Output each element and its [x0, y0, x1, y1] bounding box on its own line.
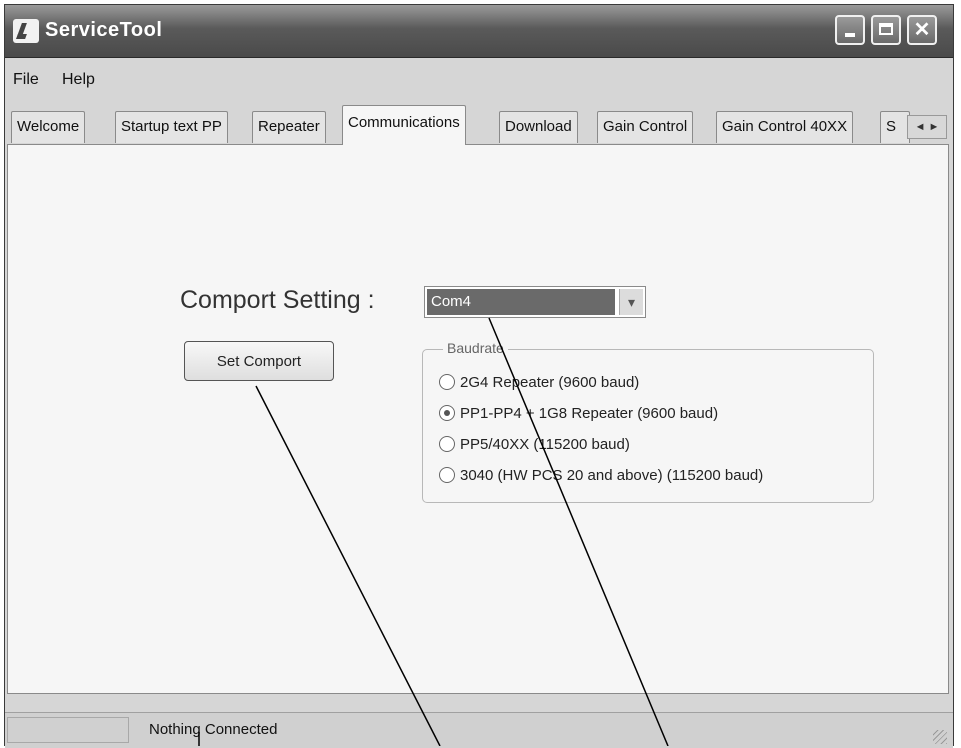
maximize-button[interactable]: [871, 15, 901, 45]
window-title: ServiceTool: [45, 19, 163, 41]
resize-grip-icon[interactable]: [933, 730, 947, 744]
status-text: Nothing Connected: [149, 721, 278, 738]
baudrate-legend: Baudrate: [443, 340, 508, 356]
radio-button[interactable]: [439, 374, 455, 390]
comport-selected-value: Com4: [427, 289, 615, 315]
baudrate-option-2g4[interactable]: 2G4 Repeater (9600 baud): [439, 370, 639, 394]
tab-startup-text-pp[interactable]: Startup text PP: [115, 111, 228, 143]
tab-partial[interactable]: S: [880, 111, 910, 143]
radio-label: PP1-PP4 + 1G8 Repeater (9600 baud): [460, 404, 719, 422]
tab-strip: Welcome Startup text PP Repeater Communi…: [5, 105, 953, 145]
tab-gain-control[interactable]: Gain Control: [597, 111, 694, 143]
chevron-down-icon[interactable]: ▾: [619, 289, 643, 315]
service-tool-window: ServiceTool File Help Welcome Startup te…: [4, 4, 954, 748]
radio-label: 2G4 Repeater (9600 baud): [460, 373, 640, 391]
comport-setting-label: Comport Setting :: [180, 286, 375, 314]
communications-panel: Comport Setting : Com4 ▾ Set Comport Bau…: [7, 144, 949, 694]
radio-label: PP5/40XX (115200 baud): [460, 435, 630, 453]
menu-bar: File Help: [5, 59, 953, 101]
app-logo-icon: [13, 19, 39, 43]
tab-welcome[interactable]: Welcome: [11, 111, 86, 143]
radio-label: 3040 (HW PCS 20 and above) (115200 baud): [460, 466, 764, 484]
radio-button-selected[interactable]: [439, 405, 455, 421]
baudrate-option-pp5[interactable]: PP5/40XX (115200 baud): [439, 432, 630, 456]
radio-button[interactable]: [439, 436, 455, 452]
baudrate-option-pp1-pp4[interactable]: PP1-PP4 + 1G8 Repeater (9600 baud): [439, 401, 718, 425]
tab-download[interactable]: Download: [499, 111, 578, 143]
comport-select[interactable]: Com4 ▾: [424, 286, 646, 318]
status-bar: Nothing Connected: [5, 712, 953, 748]
menu-help[interactable]: Help: [62, 71, 95, 89]
close-button[interactable]: [907, 15, 937, 45]
radio-button[interactable]: [439, 467, 455, 483]
tab-gain-control-40xx[interactable]: Gain Control 40XX: [716, 111, 854, 143]
menu-file[interactable]: File: [13, 71, 39, 89]
status-segment: [7, 717, 129, 743]
title-bar[interactable]: ServiceTool: [5, 5, 953, 58]
baudrate-group: Baudrate 2G4 Repeater (9600 baud) PP1-PP…: [422, 340, 874, 503]
tab-repeater[interactable]: Repeater: [252, 111, 326, 143]
minimize-button[interactable]: [835, 15, 865, 45]
set-comport-button[interactable]: Set Comport: [184, 341, 334, 381]
baudrate-option-3040[interactable]: 3040 (HW PCS 20 and above) (115200 baud): [439, 463, 763, 487]
tab-scroll-arrows[interactable]: ◄ ►: [907, 115, 947, 139]
tab-communications[interactable]: Communications: [342, 105, 466, 145]
